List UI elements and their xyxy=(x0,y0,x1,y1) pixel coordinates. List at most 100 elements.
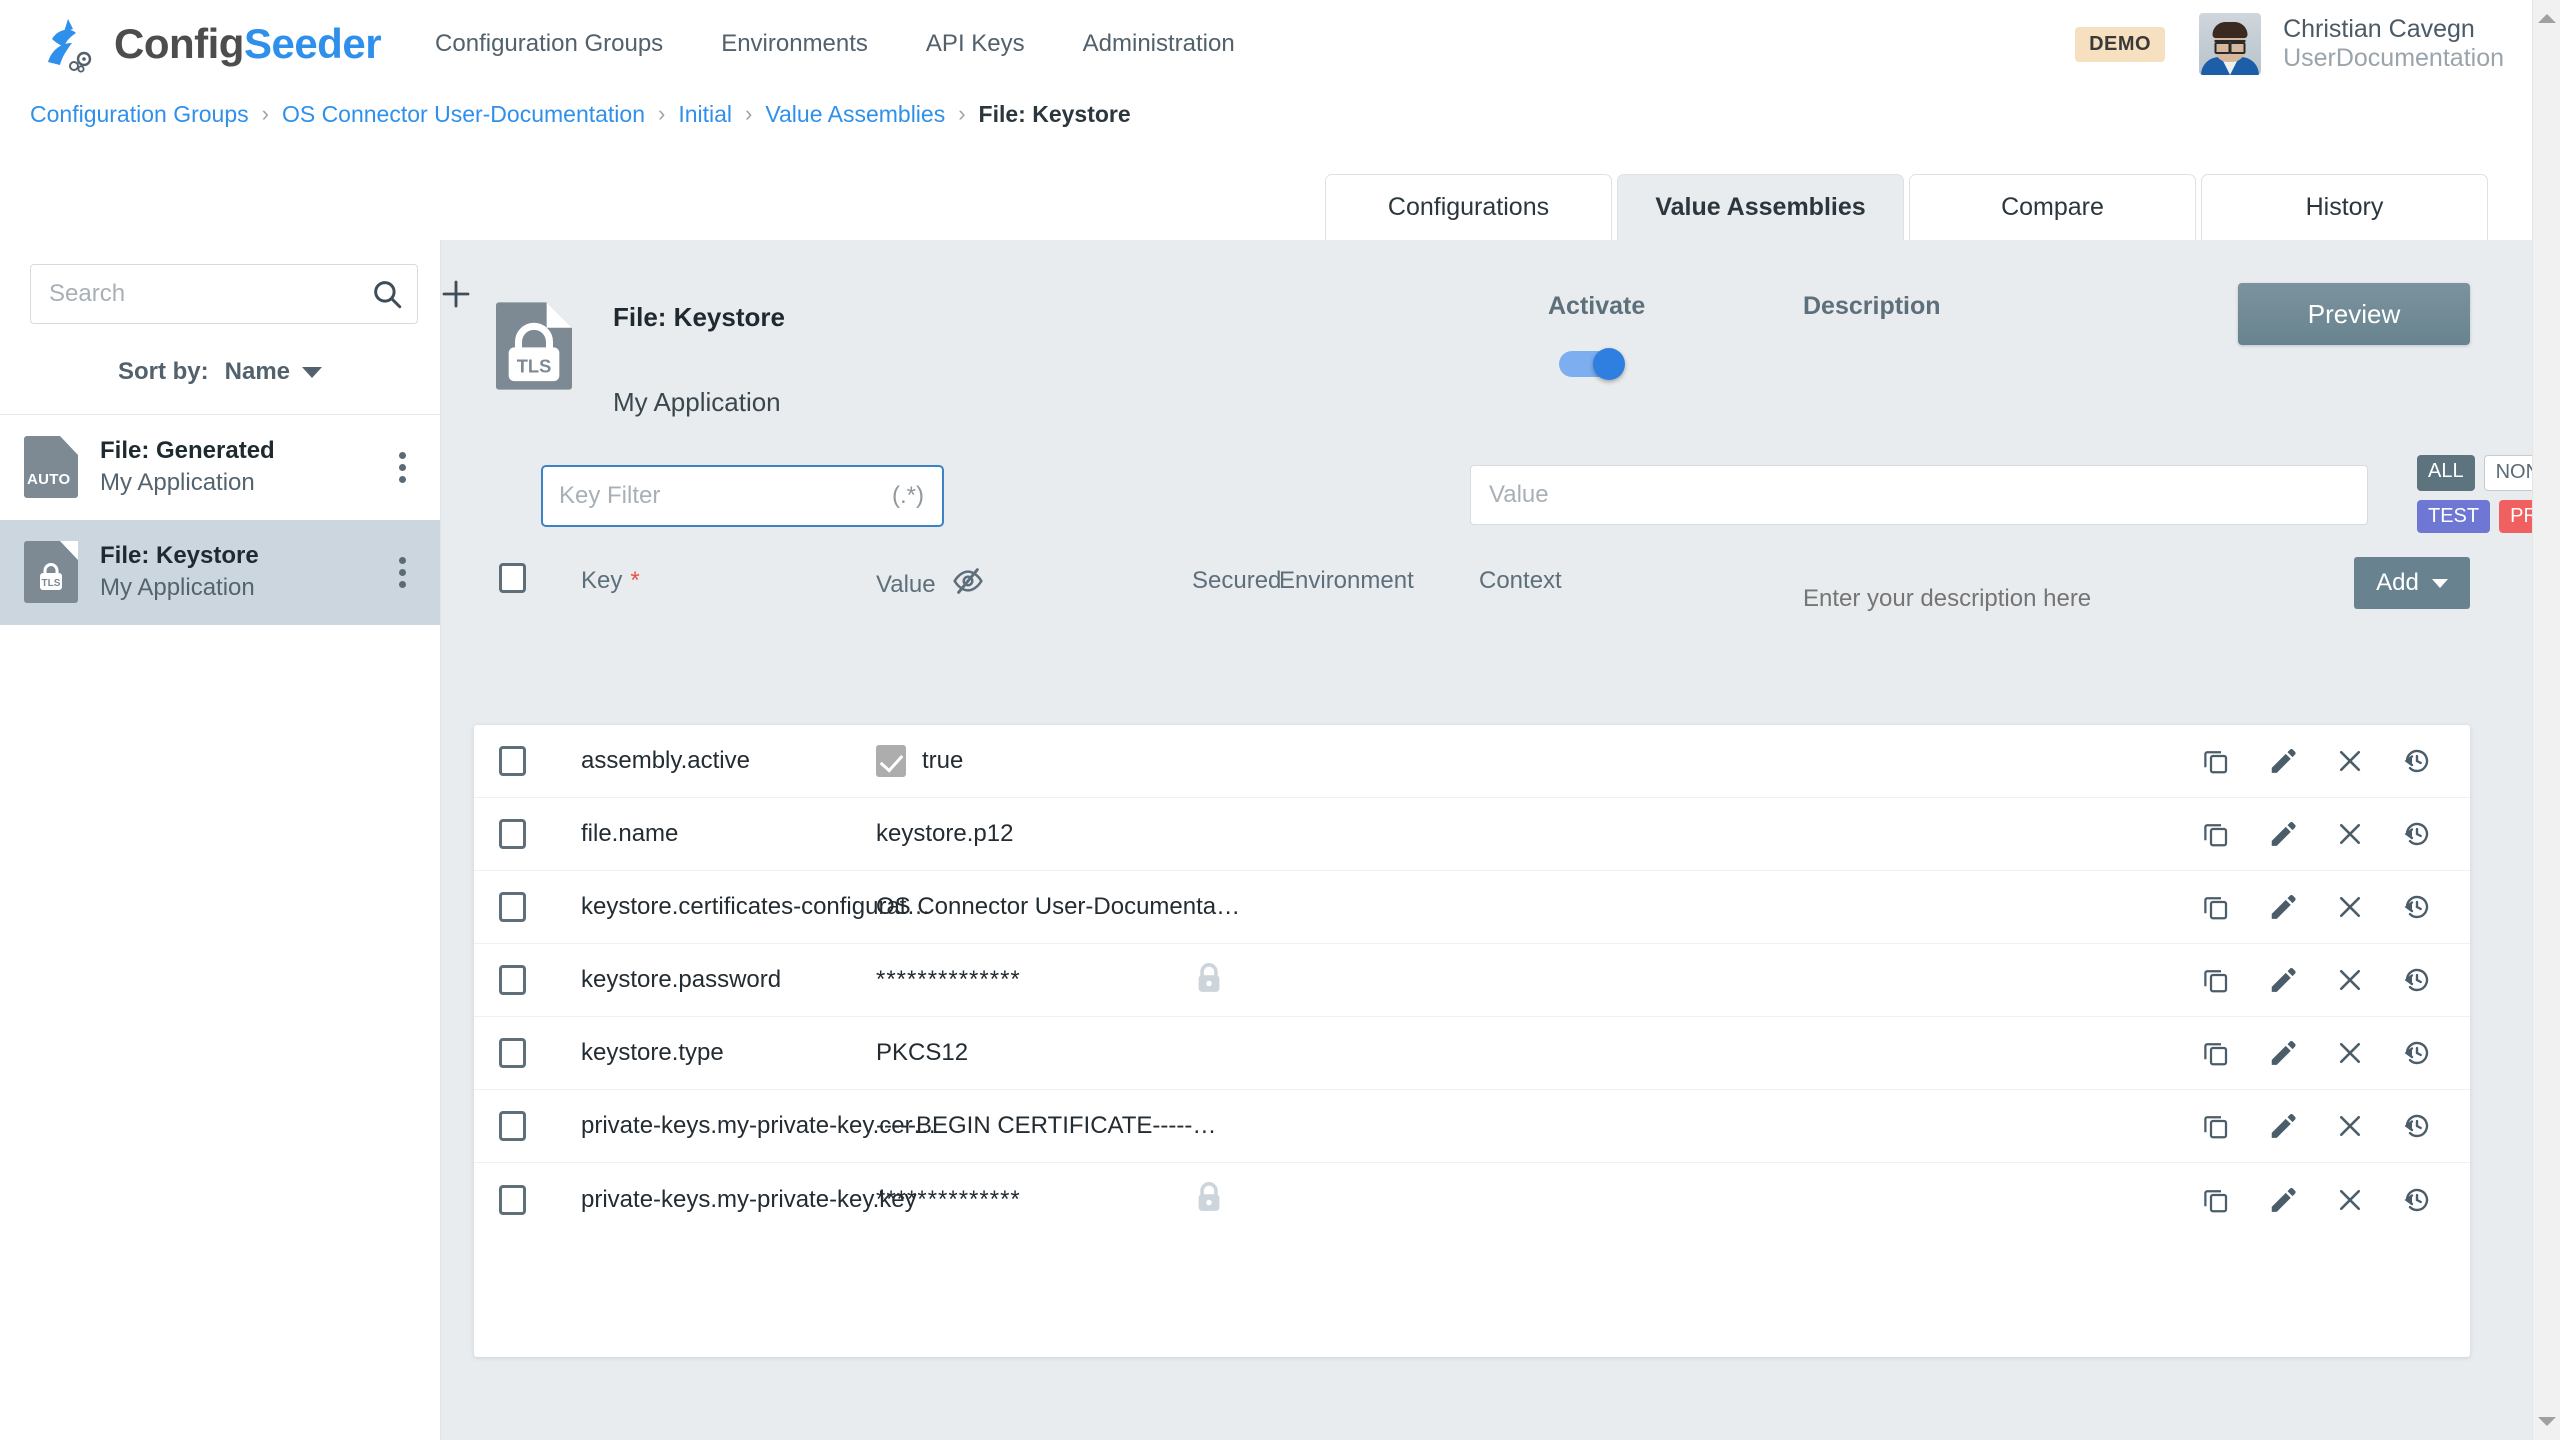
select-all-checkbox-wrapper xyxy=(499,563,526,593)
brand-text-config: Config xyxy=(114,20,244,67)
tab-value-assemblies[interactable]: Value Assemblies xyxy=(1617,174,1904,240)
preview-button[interactable]: Preview xyxy=(2238,283,2470,345)
column-header-environment[interactable]: Environment xyxy=(1279,567,1414,595)
user-info[interactable]: Christian Cavegn UserDocumentation xyxy=(2283,15,2504,74)
sidebar-item-file-generated[interactable]: AUTO File: Generated My Application xyxy=(0,415,440,520)
table-row[interactable]: file.name keystore.p12 xyxy=(474,798,2470,871)
user-area: DEMO Christian Cavegn UserDocumentation xyxy=(2075,13,2532,75)
breadcrumb-item-current: File: Keystore xyxy=(978,100,1131,127)
delete-icon[interactable] xyxy=(2335,892,2365,922)
add-entry-button[interactable]: Add xyxy=(2354,557,2470,609)
chip-all[interactable]: ALL xyxy=(2417,455,2475,491)
delete-icon[interactable] xyxy=(2335,746,2365,776)
page-scrollbar[interactable] xyxy=(2532,0,2560,1440)
column-header-key-label: Key xyxy=(581,567,623,594)
more-options-icon[interactable] xyxy=(391,444,414,491)
history-icon[interactable] xyxy=(2402,1111,2432,1141)
key-filter-input[interactable] xyxy=(543,467,892,525)
delete-icon[interactable] xyxy=(2335,1111,2365,1141)
history-icon[interactable] xyxy=(2402,892,2432,922)
select-all-checkbox[interactable] xyxy=(499,563,526,593)
sort-by-dropdown[interactable]: Name xyxy=(209,358,323,386)
history-icon[interactable] xyxy=(2402,1038,2432,1068)
copy-icon[interactable] xyxy=(2201,1111,2231,1141)
history-icon[interactable] xyxy=(2402,1185,2432,1215)
add-assembly-button[interactable] xyxy=(438,276,474,312)
delete-icon[interactable] xyxy=(2335,1185,2365,1215)
assembly-list: AUTO File: Generated My Application TLS xyxy=(0,414,440,625)
main-panel: TLS File: Keystore My Application Activa… xyxy=(441,240,2560,1440)
delete-icon[interactable] xyxy=(2335,1038,2365,1068)
delete-icon[interactable] xyxy=(2335,819,2365,849)
sidebar-item-title: File: Keystore xyxy=(100,541,259,569)
history-icon[interactable] xyxy=(2402,819,2432,849)
row-checkbox[interactable] xyxy=(499,1111,526,1141)
copy-icon[interactable] xyxy=(2201,819,2231,849)
row-checkbox[interactable] xyxy=(499,1038,526,1068)
chip-test[interactable]: TEST xyxy=(2417,499,2491,534)
table-row[interactable]: private-keys.my-private-key.key ********… xyxy=(474,1163,2470,1236)
file-tls-icon: TLS xyxy=(24,541,78,603)
row-checkbox[interactable] xyxy=(499,892,526,922)
sidebar-item-file-keystore[interactable]: TLS File: Keystore My Application xyxy=(0,520,440,625)
activate-toggle[interactable] xyxy=(1559,348,1625,380)
value-checkbox-icon xyxy=(876,745,906,777)
value-filter-input[interactable] xyxy=(1470,465,2368,525)
eye-off-icon[interactable] xyxy=(952,567,984,602)
tab-compare[interactable]: Compare xyxy=(1909,174,2196,240)
table-row[interactable]: private-keys.my-private-key.cer… -----BE… xyxy=(474,1090,2470,1163)
row-checkbox-wrapper xyxy=(499,965,526,995)
tab-history[interactable]: History xyxy=(2201,174,2488,240)
search-input[interactable] xyxy=(30,264,418,324)
copy-icon[interactable] xyxy=(2201,1038,2231,1068)
table-row[interactable]: keystore.type PKCS12 xyxy=(474,1017,2470,1090)
copy-icon[interactable] xyxy=(2201,965,2231,995)
breadcrumb-item-initial[interactable]: Initial xyxy=(678,101,732,128)
edit-icon[interactable] xyxy=(2268,1111,2298,1141)
history-icon[interactable] xyxy=(2402,965,2432,995)
nav-administration[interactable]: Administration xyxy=(1083,30,1235,58)
nav-api-keys[interactable]: API Keys xyxy=(926,30,1025,58)
column-header-context[interactable]: Context xyxy=(1479,567,1562,595)
table-row[interactable]: keystore.password ************** xyxy=(474,944,2470,1017)
search-row xyxy=(0,264,470,324)
edit-icon[interactable] xyxy=(2268,819,2298,849)
copy-icon[interactable] xyxy=(2201,1185,2231,1215)
row-checkbox[interactable] xyxy=(499,819,526,849)
breadcrumb-item-value-assemblies[interactable]: Value Assemblies xyxy=(765,101,945,128)
entries-table: assembly.active true file.name keystore.… xyxy=(474,725,2470,1357)
delete-icon[interactable] xyxy=(2335,965,2365,995)
key-filter-field: (.*) xyxy=(541,465,944,527)
row-checkbox[interactable] xyxy=(499,746,526,776)
edit-icon[interactable] xyxy=(2268,1185,2298,1215)
column-header-key[interactable]: Key * xyxy=(581,567,640,595)
more-options-icon[interactable] xyxy=(391,549,414,596)
filter-row: (.*) ALL NONE DEV TEST PROD All filters xyxy=(441,435,2560,567)
scroll-up-icon[interactable] xyxy=(2537,14,2556,23)
edit-icon[interactable] xyxy=(2268,892,2298,922)
row-checkbox[interactable] xyxy=(499,965,526,995)
cell-value-text: ************** xyxy=(876,966,1021,993)
column-header-secured[interactable]: Secured xyxy=(1192,567,1281,595)
breadcrumb-item-os-connector[interactable]: OS Connector User-Documentation xyxy=(282,101,645,128)
row-checkbox-wrapper xyxy=(499,892,526,922)
edit-icon[interactable] xyxy=(2268,965,2298,995)
edit-icon[interactable] xyxy=(2268,1038,2298,1068)
tabs: Configurations Value Assemblies Compare … xyxy=(1320,174,2488,240)
row-checkbox[interactable] xyxy=(499,1184,526,1215)
column-header-value[interactable]: Value xyxy=(876,567,984,602)
sidebar-toolbar: Sort by: Name xyxy=(0,240,470,414)
avatar[interactable] xyxy=(2199,13,2262,75)
nav-configuration-groups[interactable]: Configuration Groups xyxy=(435,30,663,58)
table-row[interactable]: assembly.active true xyxy=(474,725,2470,798)
copy-icon[interactable] xyxy=(2201,892,2231,922)
brand[interactable]: ConfigSeeder xyxy=(38,15,382,73)
tab-configurations[interactable]: Configurations xyxy=(1325,174,1612,240)
scroll-down-icon[interactable] xyxy=(2537,1417,2556,1426)
table-row[interactable]: keystore.certificates-configurat… OS Con… xyxy=(474,871,2470,944)
copy-icon[interactable] xyxy=(2201,746,2231,776)
nav-environments[interactable]: Environments xyxy=(721,30,868,58)
breadcrumb-item-configuration-groups[interactable]: Configuration Groups xyxy=(30,101,249,128)
edit-icon[interactable] xyxy=(2268,746,2298,776)
history-icon[interactable] xyxy=(2402,746,2432,776)
